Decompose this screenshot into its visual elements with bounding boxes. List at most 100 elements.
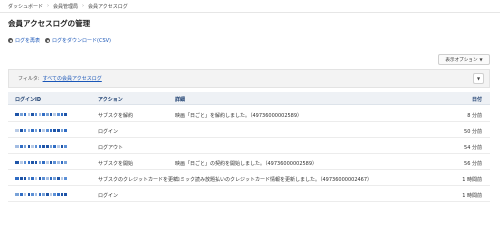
reload-log-link[interactable]: ログを再表 [8,37,40,44]
circle-icon [45,38,51,43]
redacted-pixel [60,193,64,196]
breadcrumb-current: 会員アクセスログ [88,3,128,10]
redacted-pixel [38,193,42,196]
column-action[interactable]: アクション [98,96,123,103]
redacted-pixel [64,193,67,196]
column-date[interactable]: 日付 [472,96,482,103]
redacted-pixel [64,113,67,116]
redacted-pixel [53,113,56,116]
download-csv-label: ログをダウンロード(CSV) [52,38,112,44]
download-csv-link[interactable]: ログをダウンロード(CSV) [45,37,111,44]
redacted-pixel [60,129,64,132]
column-login-id[interactable]: ログインID [15,96,41,103]
redacted-pixel [42,145,45,148]
redacted-pixel [64,145,67,148]
redacted-pixel [53,161,56,164]
login-id-redacted[interactable] [15,161,67,164]
redacted-pixel [34,193,38,196]
redacted-pixel [57,193,60,196]
view-options-label: 表示オプション [445,57,478,63]
redacted-pixel [49,193,53,196]
redacted-pixel [57,177,60,180]
row-action: ログイン [98,128,119,135]
redacted-pixel [27,161,31,164]
row-action: サブスクを開始 [98,160,134,167]
redacted-pixel [31,129,34,132]
row-date: 56 分前 [464,160,482,167]
redacted-pixel [20,129,23,132]
redacted-pixel [46,177,49,180]
caret-down-icon: ▼ [479,57,483,62]
redacted-pixel [49,145,53,148]
redacted-pixel [31,193,34,196]
login-id-redacted[interactable] [15,145,67,148]
redacted-pixel [60,113,64,116]
redacted-pixel [46,145,49,148]
redacted-pixel [15,177,19,180]
redacted-pixel [53,129,56,132]
row-action: ログイン [98,192,119,199]
redacted-pixel [15,145,19,148]
redacted-pixel [34,129,38,132]
breadcrumb-separator: › [82,3,85,9]
redacted-pixel [23,113,27,116]
log-actions: ログを再表 ログをダウンロード(CSV) [8,37,111,44]
redacted-pixel [15,129,19,132]
redacted-pixel [34,177,38,180]
redacted-pixel [60,145,64,148]
redacted-pixel [23,193,27,196]
redacted-pixel [53,193,56,196]
login-id-redacted[interactable] [15,177,67,180]
redacted-pixel [46,193,49,196]
table-row[interactable]: ログイン 1 時間前 [8,187,490,202]
redacted-pixel [15,161,19,164]
redacted-pixel [31,177,34,180]
redacted-pixel [27,129,31,132]
table-row[interactable]: サブスクのクレジットカードを更新 コミック読み放題払いのクレジットカード情報を更新… [8,171,490,186]
table-row[interactable]: ログイン 50 分前 [8,123,490,138]
row-action: サブスクのクレジットカードを更新 [98,176,179,183]
row-action: サブスクを解約 [98,112,134,119]
row-date: 50 分前 [464,128,482,135]
row-detail: 映画「日ごと」の契約を開始しました。（497360000025​89） [175,160,318,167]
redacted-pixel [46,161,49,164]
filter-toggle-button[interactable]: ▼ [473,73,484,84]
circle-icon [8,38,13,43]
table-row[interactable]: サブスクを開始 映画「日ごと」の契約を開始しました。（497360000025​8… [8,155,490,170]
row-date: 54 分前 [464,144,482,151]
table-header: ログインID アクション 詳細 日付 [8,92,490,105]
redacted-pixel [23,161,27,164]
redacted-pixel [34,161,38,164]
login-id-redacted[interactable] [15,193,67,196]
redacted-pixel [38,113,42,116]
column-detail[interactable]: 詳細 [175,96,185,103]
redacted-pixel [42,177,45,180]
breadcrumb: ダッシュボード › 会員管理局 › 会員アクセスログ [0,0,500,13]
redacted-pixel [27,177,31,180]
redacted-pixel [34,145,38,148]
redacted-pixel [31,161,34,164]
redacted-pixel [20,193,23,196]
login-id-redacted[interactable] [15,129,67,132]
row-action: ログアウト [98,144,124,151]
redacted-pixel [23,177,27,180]
redacted-pixel [57,113,60,116]
table-row[interactable]: サブスクを解約 映画「日ごと」を解約しました。（497360000025​89） 8… [8,107,490,122]
breadcrumb-member-admin[interactable]: 会員管理局 [53,3,78,10]
redacted-pixel [31,113,34,116]
redacted-pixel [49,177,53,180]
redacted-pixel [27,193,31,196]
redacted-pixel [64,129,67,132]
redacted-pixel [38,145,42,148]
filter-value-link[interactable]: すべての会員アクセスログ [43,75,102,82]
redacted-pixel [20,177,23,180]
row-date: 1 時間前 [462,192,482,199]
redacted-pixel [15,113,19,116]
table-row[interactable]: ログアウト 54 分前 [8,139,490,154]
login-id-redacted[interactable] [15,113,67,116]
view-options-button[interactable]: 表示オプション ▼ [438,54,490,65]
redacted-pixel [38,129,42,132]
breadcrumb-dashboard[interactable]: ダッシュボード [8,3,43,10]
redacted-pixel [57,145,60,148]
redacted-pixel [38,177,42,180]
